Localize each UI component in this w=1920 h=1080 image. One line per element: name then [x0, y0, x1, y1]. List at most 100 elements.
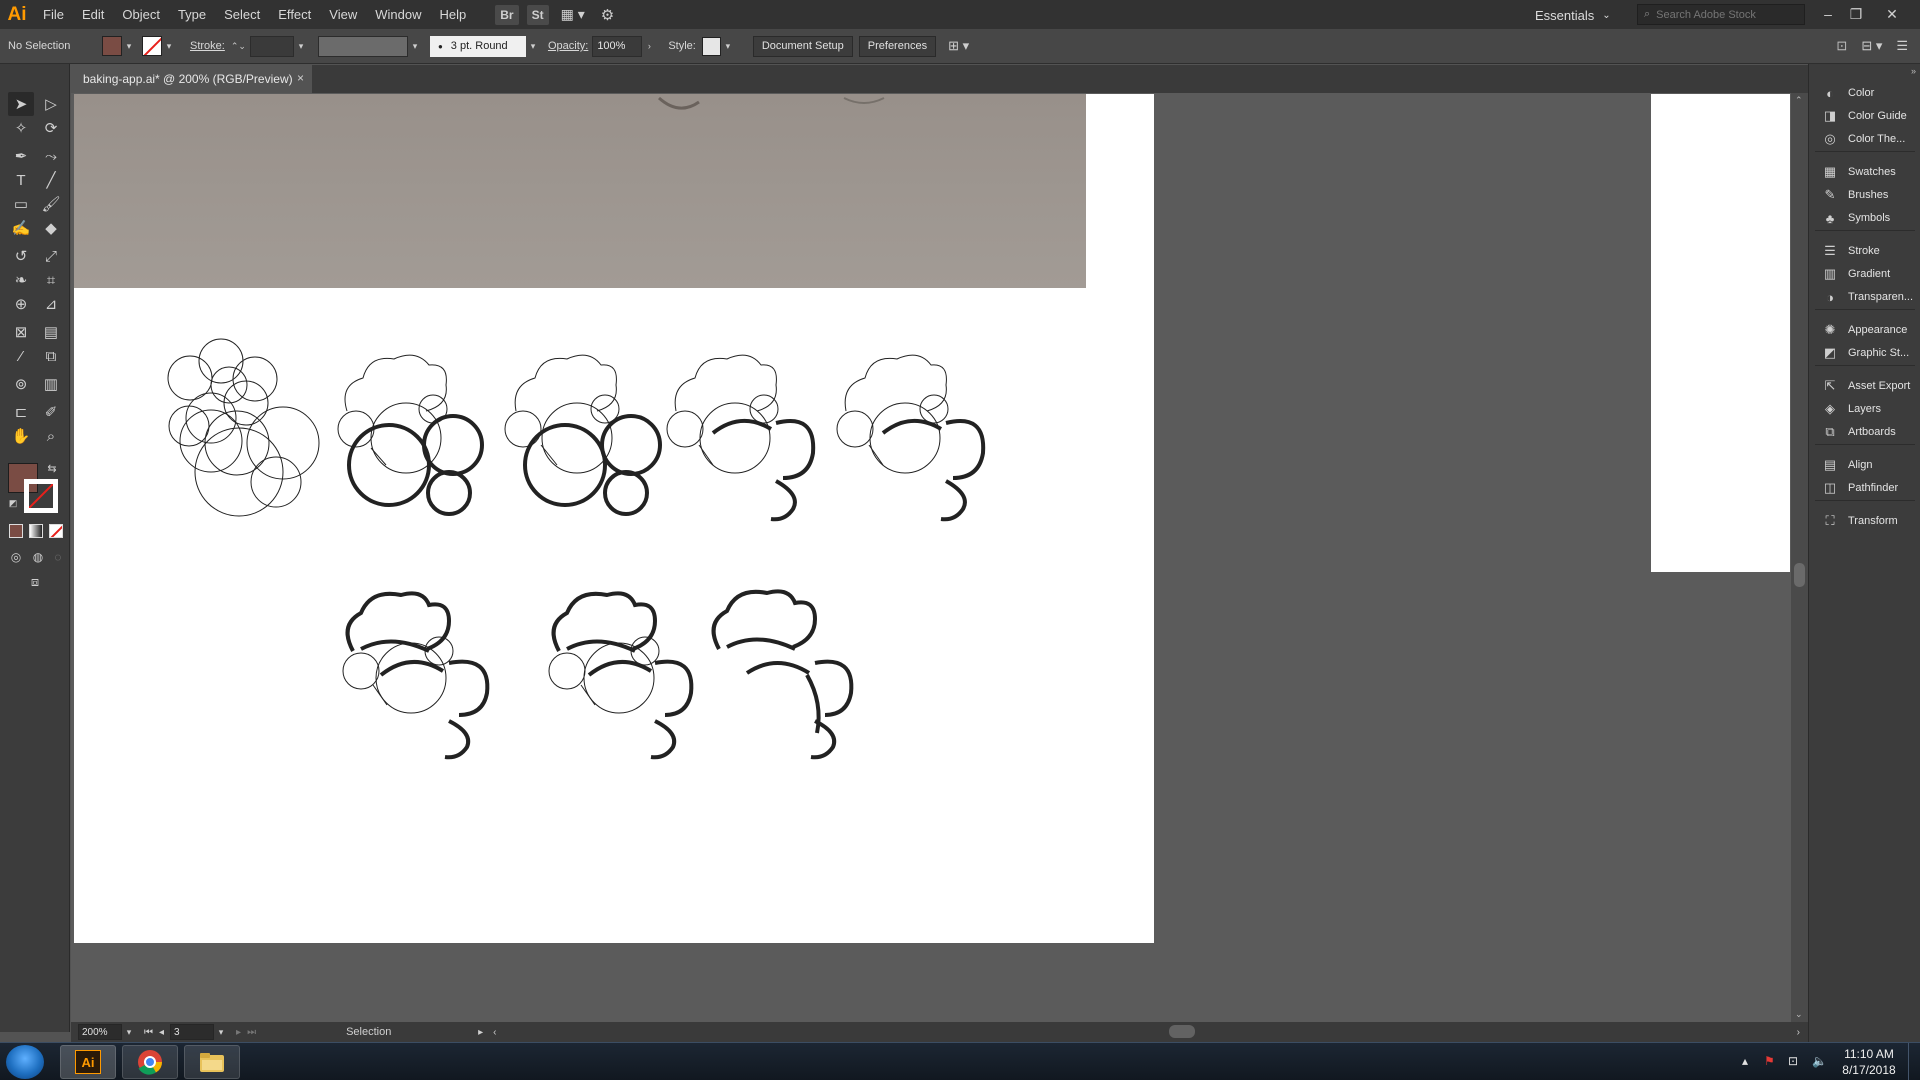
panel-color-themes[interactable]: ◎ Color The... [1809, 127, 1920, 151]
status-menu-icon[interactable]: ▸ [478, 1027, 483, 1038]
sketch-variant-5[interactable] [836, 354, 986, 522]
blend-tool-icon[interactable]: ⧉ [38, 344, 64, 368]
color-mode-icon[interactable] [9, 524, 23, 538]
taskbar-chrome[interactable] [122, 1045, 178, 1079]
sketch-final[interactable] [711, 589, 854, 760]
stroke-color-box[interactable] [24, 479, 58, 513]
brush-dropdown-icon[interactable]: ▾ [526, 41, 540, 52]
taskbar-illustrator[interactable]: Ai [60, 1045, 116, 1079]
close-button[interactable]: ✕ [1878, 3, 1906, 25]
panel-transparency[interactable]: ◑ Transparen... [1809, 285, 1920, 309]
style-dropdown-icon[interactable]: ▾ [721, 41, 735, 52]
sketch-variant-6[interactable] [342, 591, 490, 760]
stroke-dropdown-icon[interactable]: ▾ [162, 41, 176, 52]
fill-swatch[interactable] [102, 36, 122, 56]
column-graph-tool-icon[interactable]: ▥ [38, 372, 64, 396]
lasso-tool-icon[interactable]: ⟳ [38, 116, 64, 140]
hand-tool-icon[interactable]: ✋ [8, 424, 34, 448]
sketch-variant-4[interactable] [666, 354, 816, 522]
canvas[interactable] [71, 93, 1808, 1022]
gradient-mode-icon[interactable] [29, 524, 43, 538]
show-hidden-icons-icon[interactable]: ▴ [1742, 1054, 1748, 1068]
warp-tool-icon[interactable]: ❧ [8, 268, 34, 292]
zoom-tool-icon[interactable]: ⌕ [38, 424, 64, 448]
sketch-variant-2[interactable] [337, 354, 484, 516]
draw-behind-icon[interactable]: ◍ [28, 548, 48, 566]
chef-hat-sketches[interactable] [71, 93, 1171, 853]
panel-graphic-styles[interactable]: ◩ Graphic St... [1809, 341, 1920, 365]
artboard-number-field[interactable]: 3 [170, 1024, 215, 1040]
panel-swatches[interactable]: ▦ Swatches [1809, 160, 1920, 184]
graphic-style-swatch[interactable] [701, 36, 721, 56]
network-icon[interactable]: ⊡ [1788, 1054, 1798, 1068]
panel-align[interactable]: ▤ Align [1809, 453, 1920, 477]
arrange-icon[interactable]: ⊞ ▾ [948, 38, 969, 54]
stroke-weight-field[interactable] [249, 35, 294, 57]
eraser-tool-icon[interactable]: ◆ [38, 216, 64, 240]
menu-view[interactable]: View [320, 0, 366, 29]
artboard-secondary[interactable] [1651, 94, 1790, 572]
zoom-level-field[interactable]: 200% [78, 1024, 122, 1040]
sketch-construction-circles[interactable] [167, 338, 320, 517]
direct-selection-tool-icon[interactable]: ▷ [38, 92, 64, 116]
menu-effect[interactable]: Effect [269, 0, 320, 29]
fill-dropdown-icon[interactable]: ▾ [122, 41, 136, 52]
sketch-variant-3[interactable] [504, 354, 662, 516]
align-bar-icon[interactable]: ⊟ ▾ [1861, 38, 1882, 54]
scroll-up-icon[interactable]: ⌃ [1795, 95, 1803, 106]
search-input[interactable] [1656, 8, 1797, 21]
swap-fill-stroke-icon[interactable]: ⇆ [44, 460, 60, 476]
draw-inside-icon[interactable]: ◌ [48, 548, 68, 566]
menu-file[interactable]: File [34, 0, 73, 29]
document-tab[interactable]: baking-app.ai* @ 200% (RGB/Preview) × [71, 65, 312, 93]
vertical-scrollbar[interactable]: ⌃ ⌄ [1791, 93, 1808, 1022]
menu-select[interactable]: Select [215, 0, 269, 29]
panel-appearance[interactable]: ✺ Appearance [1809, 318, 1920, 342]
opacity-expand-icon[interactable]: › [642, 41, 656, 51]
none-mode-icon[interactable] [49, 524, 63, 538]
restore-button[interactable]: ❐ [1842, 3, 1870, 25]
panel-stroke[interactable]: ☰ Stroke [1809, 239, 1920, 263]
vertical-scroll-thumb[interactable] [1794, 563, 1805, 587]
control-menu-icon[interactable]: ☰ [1896, 38, 1908, 54]
scroll-right-icon[interactable]: › [1797, 1027, 1800, 1038]
panel-artboards[interactable]: ⧉ Artboards [1809, 420, 1920, 444]
volume-icon[interactable]: 🔈 [1812, 1054, 1827, 1068]
stroke-swatch[interactable] [142, 36, 162, 56]
taskbar-file-explorer[interactable] [184, 1045, 240, 1079]
menu-edit[interactable]: Edit [73, 0, 113, 29]
panel-brushes[interactable]: ✎ Brushes [1809, 183, 1920, 207]
panel-asset-export[interactable]: ⇱ Asset Export [1809, 374, 1920, 398]
curvature-tool-icon[interactable]: ⤳ [38, 144, 64, 168]
prev-artboard-icon[interactable]: ◂ [159, 1027, 164, 1038]
menu-object[interactable]: Object [113, 0, 169, 29]
gpu-performance-icon[interactable]: ⚙ [601, 6, 614, 24]
rotate-tool-icon[interactable]: ↺ [8, 244, 34, 268]
panel-gradient[interactable]: ▥ Gradient [1809, 262, 1920, 286]
horizontal-scroll-thumb[interactable] [1169, 1025, 1195, 1038]
system-clock[interactable]: 11:10 AM 8/17/2018 [1834, 1046, 1904, 1078]
paintbrush-tool-icon[interactable]: 🖌 [38, 192, 64, 216]
symbol-sprayer-tool-icon[interactable]: ⊚ [8, 372, 34, 396]
stock-search-box[interactable]: ⌕ [1637, 4, 1805, 25]
workspace-switcher[interactable]: Essentials ⌄ [1535, 5, 1611, 25]
menu-help[interactable]: Help [430, 0, 475, 29]
type-tool-icon[interactable]: T [8, 168, 34, 192]
slice-tool-icon[interactable]: ✐ [38, 400, 64, 424]
screen-mode-icon[interactable]: ⧈ [22, 572, 48, 592]
panel-symbols[interactable]: ♣ Symbols [1809, 206, 1920, 230]
panel-transform[interactable]: ⛶ Transform [1809, 509, 1920, 533]
minimize-button[interactable]: – [1814, 3, 1842, 25]
gradient-tool-icon[interactable]: ▤ [38, 320, 64, 344]
free-transform-tool-icon[interactable]: ⌗ [38, 268, 64, 292]
show-desktop-button[interactable] [1908, 1043, 1920, 1080]
collapse-dock-icon[interactable]: » [1911, 66, 1916, 76]
brush-definition[interactable]: ● 3 pt. Round [429, 35, 526, 57]
pen-tool-icon[interactable]: ✒ [8, 144, 34, 168]
profile-dropdown-icon[interactable]: ▾ [408, 41, 422, 52]
eyedropper-tool-icon[interactable]: ⁄ [8, 344, 34, 368]
opacity-field[interactable]: 100% [592, 35, 643, 57]
close-tab-icon[interactable]: × [297, 71, 304, 85]
panel-color[interactable]: ◐ Color [1809, 81, 1920, 105]
magic-wand-tool-icon[interactable]: ✧ [8, 116, 34, 140]
